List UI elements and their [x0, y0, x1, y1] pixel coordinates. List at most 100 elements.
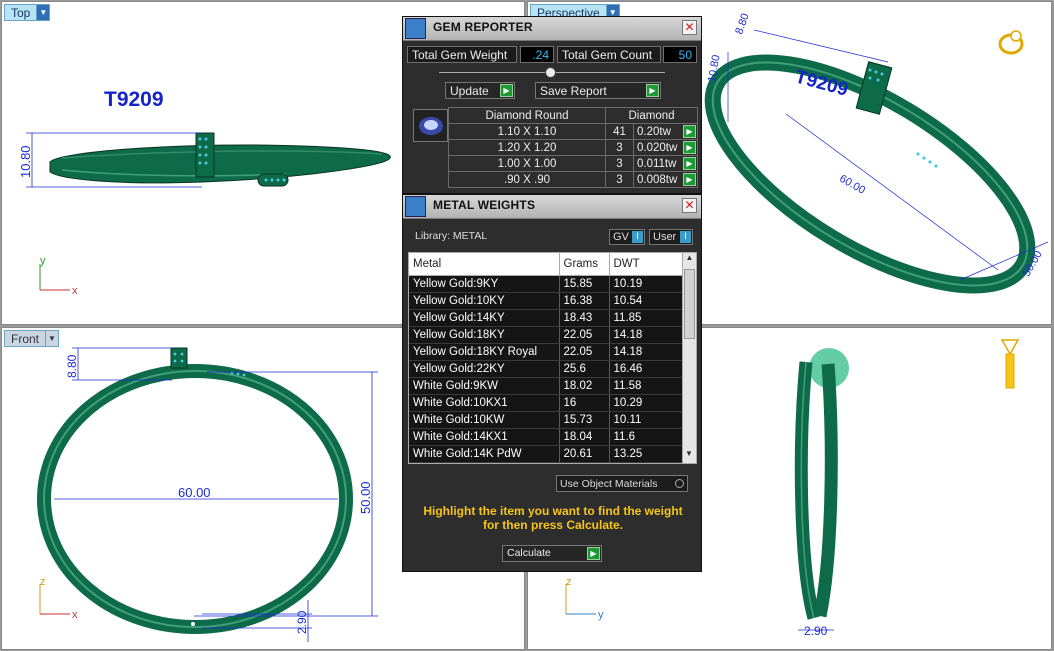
metal-dwt: 10.54 — [609, 292, 683, 310]
gem-size: 1.20 X 1.20 — [448, 139, 606, 156]
metal-col-dwt: DWT — [609, 253, 683, 276]
gem-slider[interactable] — [439, 67, 665, 78]
play-icon[interactable]: ▶ — [683, 141, 696, 154]
scroll-down-icon[interactable]: ▼ — [683, 449, 695, 463]
metal-row[interactable]: Yellow Gold:22KY 25.6 16.46 — [409, 360, 683, 378]
pendant-icon[interactable] — [1000, 339, 1020, 389]
play-icon: ▶ — [646, 84, 659, 97]
play-icon[interactable]: ▶ — [683, 125, 696, 138]
metal-dwt: 11.58 — [609, 377, 683, 395]
user-toggle[interactable]: User I — [649, 229, 693, 245]
gem-count: 3 — [605, 139, 634, 156]
metal-grams: 18.04 — [559, 428, 610, 446]
metal-list[interactable]: Metal Grams DWT Yellow Gold:9KY 15.85 10.1… — [408, 252, 697, 464]
radio-icon — [675, 479, 684, 488]
gem-report-icon — [405, 18, 426, 39]
metal-row[interactable]: Yellow Gold:18KY Royal 22.05 14.18 — [409, 343, 683, 361]
scroll-thumb[interactable] — [684, 269, 695, 339]
total-gem-weight-label: Total Gem Weight — [407, 46, 517, 63]
save-report-button[interactable]: Save Report ▶ — [535, 82, 661, 99]
metal-name: Yellow Gold:18KY Royal — [409, 343, 560, 361]
metal-weights-titlebar[interactable]: METAL WEIGHTS ✕ — [403, 195, 701, 219]
gv-toggle[interactable]: GV I — [609, 229, 645, 245]
calculate-hint: Highlight the item you want to find the … — [423, 504, 683, 532]
gem-weight: 0.20tw ▶ — [633, 123, 698, 140]
viewport-tab-top[interactable]: Top ▼ — [4, 4, 51, 21]
metal-dwt: 10.19 — [609, 275, 683, 293]
metal-grams: 16.38 — [559, 292, 610, 310]
gem-weight: 0.020tw ▶ — [633, 139, 698, 156]
metal-name: Yellow Gold:18KY — [409, 326, 560, 344]
scroll-up-icon[interactable]: ▲ — [683, 253, 696, 267]
gem-count: 41 — [605, 123, 634, 140]
gem-size: .90 X .90 — [448, 171, 606, 188]
metal-row[interactable]: White Gold:14KX1 18.04 11.6 — [409, 428, 683, 446]
metal-name: Yellow Gold:14KY — [409, 309, 560, 327]
metal-grams: 15.73 — [559, 411, 610, 429]
metal-scrollbar[interactable]: ▲ ▼ — [682, 253, 696, 463]
svg-text:y: y — [598, 609, 604, 621]
metal-row[interactable]: Yellow Gold:18KY 22.05 14.18 — [409, 326, 683, 344]
metal-grams: 15.85 — [559, 275, 610, 293]
gem-reporter-panel: GEM REPORTER ✕ Total Gem Weight .24 Tota… — [402, 16, 702, 194]
slider-handle[interactable] — [545, 67, 556, 78]
gem-weight: 0.011tw ▶ — [633, 155, 698, 172]
gem-row[interactable]: 1.10 X 1.10 41 0.20tw ▶ — [448, 123, 698, 140]
diamond-thumbnail[interactable] — [413, 109, 448, 142]
bangle-shape — [49, 144, 391, 184]
metal-grams: 20.61 — [559, 445, 610, 463]
metal-row[interactable]: Yellow Gold:10KY 16.38 10.54 — [409, 292, 683, 310]
close-icon[interactable]: ✕ — [682, 20, 697, 35]
dim-top: 8.80 — [65, 354, 79, 378]
dim-height: 50.00 — [358, 481, 373, 514]
metal-name: Yellow Gold:22KY — [409, 360, 560, 378]
dim-bottom: 2.90 — [804, 624, 828, 638]
part-label: T9209 — [104, 88, 164, 111]
metal-weights-title: METAL WEIGHTS — [433, 198, 536, 212]
play-icon: ▶ — [500, 84, 513, 97]
metal-name: White Gold:14K PdW — [409, 445, 560, 463]
chevron-down-icon[interactable]: ▼ — [46, 330, 60, 347]
total-gem-weight-value: .24 — [520, 46, 554, 63]
metal-grams: 22.05 — [559, 343, 610, 361]
metal-name: White Gold:14KX1 — [409, 428, 560, 446]
chevron-down-icon[interactable]: ▼ — [37, 4, 51, 21]
gem-size: 1.10 X 1.10 — [448, 123, 606, 140]
metal-dwt: 11.6 — [609, 428, 683, 446]
play-icon[interactable]: ▶ — [683, 157, 696, 170]
gem-reporter-titlebar[interactable]: GEM REPORTER ✕ — [403, 17, 701, 41]
svg-text:z: z — [566, 576, 572, 588]
diamond-icon — [418, 116, 443, 135]
toggle-icon: I — [632, 231, 643, 243]
ring-icon[interactable] — [998, 30, 1024, 55]
metal-table: Metal Grams DWT Yellow Gold:9KY 15.85 10.1… — [409, 253, 683, 463]
metal-grams: 22.05 — [559, 326, 610, 344]
metal-row[interactable]: White Gold:14K PdW 20.61 13.25 — [409, 445, 683, 463]
metal-row[interactable]: White Gold:9KW 18.02 11.58 — [409, 377, 683, 395]
metal-grams: 18.02 — [559, 377, 610, 395]
metal-dwt: 16.46 — [609, 360, 683, 378]
metal-dwt: 14.18 — [609, 343, 683, 361]
dim-bottom: 2.90 — [295, 610, 309, 634]
viewport-tab-front[interactable]: Front ▼ — [4, 330, 60, 347]
play-icon: ▶ — [587, 547, 600, 560]
metal-row[interactable]: Yellow Gold:14KY 18.43 11.85 — [409, 309, 683, 327]
metal-row[interactable]: Yellow Gold:9KY 15.85 10.19 — [409, 275, 683, 293]
metal-icon — [405, 196, 426, 217]
metal-row[interactable]: White Gold:10KW 15.73 10.11 — [409, 411, 683, 429]
update-button[interactable]: Update ▶ — [445, 82, 515, 99]
metal-col-metal: Metal — [409, 253, 560, 276]
play-icon[interactable]: ▶ — [683, 173, 696, 186]
gem-size: 1.00 X 1.00 — [448, 155, 606, 172]
metal-name: White Gold:10KX1 — [409, 394, 560, 412]
close-icon[interactable]: ✕ — [682, 198, 697, 213]
gem-row[interactable]: 1.00 X 1.00 3 0.011tw ▶ — [448, 155, 698, 172]
calculate-button[interactable]: Calculate ▶ — [502, 545, 602, 562]
metal-weights-panel: METAL WEIGHTS ✕ Library: METAL GV I User… — [402, 194, 702, 572]
metal-name: White Gold:9KW — [409, 377, 560, 395]
gem-row[interactable]: .90 X .90 3 0.008tw ▶ — [448, 171, 698, 188]
gem-row[interactable]: 1.20 X 1.20 3 0.020tw ▶ — [448, 139, 698, 156]
use-object-materials-toggle[interactable]: Use Object Materials — [556, 475, 688, 492]
gem-col-type: Diamond — [605, 107, 698, 124]
metal-row[interactable]: White Gold:10KX1 16 10.29 — [409, 394, 683, 412]
